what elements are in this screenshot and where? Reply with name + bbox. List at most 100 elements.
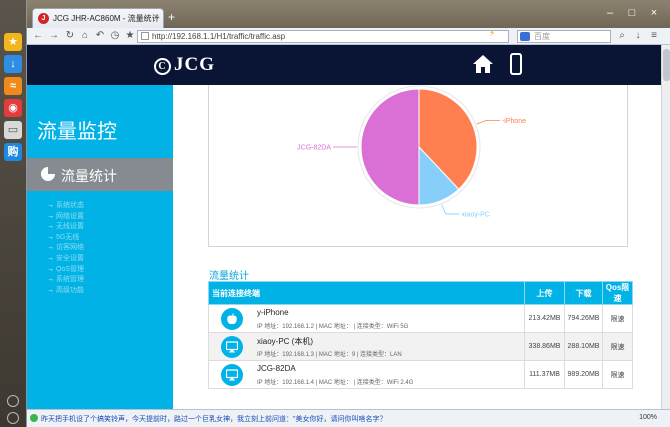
- sidebar-link[interactable]: 无线设置: [47, 221, 84, 232]
- tab-close-icon[interactable]: ×: [154, 12, 159, 22]
- logo-mark-icon: C: [154, 58, 171, 75]
- download-icon[interactable]: ↓: [4, 55, 22, 73]
- download-cell: 989.20MB: [564, 360, 603, 389]
- new-tab-icon[interactable]: +: [168, 11, 184, 25]
- settings-rail-icon[interactable]: [7, 412, 19, 424]
- page-viewport: CJCG 流量监控 流量统计 系统状态 网络设置 无线设置 5G无线 访客网络 …: [27, 45, 670, 409]
- search-placeholder: 百度: [534, 32, 550, 41]
- home-nav-icon[interactable]: ⌂: [78, 29, 92, 43]
- back-icon[interactable]: ←: [31, 29, 45, 43]
- vertical-scrollbar[interactable]: [661, 45, 670, 409]
- sidebar-link[interactable]: 访客网络: [47, 242, 84, 253]
- upload-cell: 213.42MB: [524, 304, 565, 333]
- nav-bar: ← → ↻ ⌂ ↶ ◷ ★ http://192.168.1.1/H1/traf…: [27, 28, 670, 45]
- monitor-icon: [221, 364, 243, 386]
- pie-chart-icon: [41, 167, 55, 181]
- section-title: 流量统计: [209, 271, 249, 282]
- download-manager-icon[interactable]: ↓: [631, 29, 645, 43]
- sidebar: 流量监控 流量统计 系统状态 网络设置 无线设置 5G无线 访客网络 安全设置 …: [27, 85, 173, 409]
- browser-tab[interactable]: J JCG JHR-AC860M - 流量统计 ×: [32, 8, 164, 28]
- status-bar: 昨天把手机设了个搞笑铃声，今天提前时，路过一个巨乳女神，我立刻上前问道："美女你…: [27, 409, 670, 427]
- download-cell: 288.10MB: [564, 332, 603, 361]
- jcg-logo[interactable]: C JCG: [154, 54, 215, 76]
- device-info: IP 地址：192.168.1.4 | MAC 地址： | 连接类型：WiFi …: [257, 380, 414, 386]
- undo-icon[interactable]: ↶: [93, 29, 107, 43]
- reload-icon[interactable]: ↻: [63, 29, 77, 43]
- table-header-row: 当前连接终端 上传 下载 Qos限速: [208, 281, 633, 305]
- sidebar-item-traffic-stats[interactable]: 流量统计: [27, 158, 173, 191]
- title-bar: J JCG JHR-AC860M - 流量统计 × + – □ ×: [27, 0, 670, 28]
- qos-limit-button[interactable]: 限速: [602, 304, 633, 333]
- sidebar-submenu: 系统状态 网络设置 无线设置 5G无线 访客网络 安全设置 QoS管理 系统管理…: [47, 200, 84, 295]
- search-go-icon[interactable]: ⌕: [615, 29, 629, 43]
- status-ticker[interactable]: 昨天把手机设了个搞笑铃声，今天提前时，路过一个巨乳女神，我立刻上前问道："美女你…: [41, 416, 386, 423]
- qos-limit-button[interactable]: 限速: [602, 360, 633, 389]
- monitor-icon: [221, 336, 243, 358]
- pie-slice-label: -iPhone: [502, 118, 526, 125]
- add-app-icon[interactable]: [7, 395, 19, 407]
- sidebar-link[interactable]: 5G无线: [47, 232, 84, 243]
- col-header-download: 下载: [564, 281, 603, 305]
- sidebar-link[interactable]: 系统管理: [47, 274, 84, 285]
- search-box[interactable]: 百度: [517, 30, 611, 43]
- jcg-favicon-icon: J: [38, 13, 49, 24]
- lightning-icon[interactable]: ⚡: [489, 28, 495, 39]
- col-header-qos: Qos限速: [602, 281, 633, 305]
- history-icon[interactable]: ◷: [108, 29, 122, 43]
- col-header-upload: 上传: [524, 281, 565, 305]
- pie-label-leader: [441, 204, 460, 215]
- pie-slice[interactable]: [360, 88, 420, 206]
- menu-icon[interactable]: ≡: [647, 29, 661, 43]
- bookmark-star-icon[interactable]: ★: [123, 29, 137, 43]
- traffic-pie-panel: -iPhone xiaoy-PC JCG-82DA: [208, 85, 628, 247]
- url-text: http://192.168.1.1/H1/traffic/traffic.as…: [152, 32, 286, 41]
- browser-window: J JCG JHR-AC860M - 流量统计 × + – □ × ← → ↻ …: [26, 0, 670, 427]
- app-rail: ★ ↓ ≈ ◉ ▭ 购: [0, 0, 26, 427]
- device-name: JCG-82DA: [257, 364, 296, 373]
- col-header-device: 当前连接终端: [208, 281, 525, 305]
- device-table: 当前连接终端 上传 下载 Qos限速 y-iPhone IP 地址：192.16…: [208, 281, 633, 389]
- close-window-icon[interactable]: ×: [645, 5, 663, 21]
- scrollbar-thumb[interactable]: [663, 49, 670, 81]
- favorites-star-icon[interactable]: ★: [4, 33, 22, 51]
- search-engine-icon[interactable]: [520, 32, 530, 41]
- maximize-icon[interactable]: □: [623, 5, 641, 21]
- table-row: y-iPhone IP 地址：192.168.1.2 | MAC 地址： | 连…: [208, 304, 633, 333]
- sidebar-link[interactable]: 系统状态: [47, 200, 84, 211]
- sidebar-link[interactable]: 网络设置: [47, 211, 84, 222]
- weibo-icon[interactable]: ◉: [4, 99, 22, 117]
- site-header: C JCG: [27, 45, 661, 85]
- device-name: xiaoy-PC (本机): [257, 337, 314, 346]
- qos-limit-button[interactable]: 限速: [602, 332, 633, 361]
- pie-label-leader: [476, 120, 500, 125]
- sidebar-title: 流量监控: [37, 121, 117, 143]
- shopping-icon[interactable]: 购: [4, 143, 22, 161]
- page-icon: [141, 32, 149, 40]
- device-name: y-iPhone: [257, 308, 289, 317]
- upload-cell: 111.37MB: [524, 360, 565, 389]
- news-icon: [30, 414, 38, 422]
- apple-icon: [221, 308, 243, 330]
- download-cell: 794.26MB: [564, 304, 603, 333]
- minimize-icon[interactable]: –: [601, 5, 619, 21]
- pie-slice-label: JCG-82DA: [297, 145, 331, 152]
- forward-icon[interactable]: →: [47, 29, 61, 43]
- main-content: -iPhone xiaoy-PC JCG-82DA 流量统计 当前连接终端 上传 下…: [173, 85, 661, 409]
- pie-slice-label: xiaoy-PC: [462, 211, 490, 218]
- mobile-phone-icon[interactable]: [510, 53, 522, 75]
- rss-icon[interactable]: ≈: [4, 77, 22, 95]
- sidebar-link[interactable]: 安全设置: [47, 253, 84, 264]
- home-icon[interactable]: [472, 54, 494, 74]
- traffic-pie-chart: -iPhone xiaoy-PC JCG-82DA: [297, 85, 526, 218]
- tab-title: JCG JHR-AC860M - 流量统计: [53, 14, 160, 23]
- device-info: IP 地址：192.168.1.3 | MAC 地址：9 | 连接类型：LAN: [257, 352, 402, 358]
- table-row: JCG-82DA IP 地址：192.168.1.4 | MAC 地址： | 连…: [208, 360, 633, 389]
- upload-cell: 338.86MB: [524, 332, 565, 361]
- sidebar-link[interactable]: 高级功能: [47, 285, 84, 296]
- sidebar-link[interactable]: QoS管理: [47, 264, 84, 275]
- folder-icon[interactable]: ▭: [4, 121, 22, 139]
- sidebar-active-label: 流量统计: [61, 168, 117, 184]
- address-bar[interactable]: http://192.168.1.1/H1/traffic/traffic.as…: [137, 30, 509, 43]
- zoom-level[interactable]: 100%: [639, 414, 657, 421]
- table-row: xiaoy-PC (本机) IP 地址：192.168.1.3 | MAC 地址…: [208, 332, 633, 361]
